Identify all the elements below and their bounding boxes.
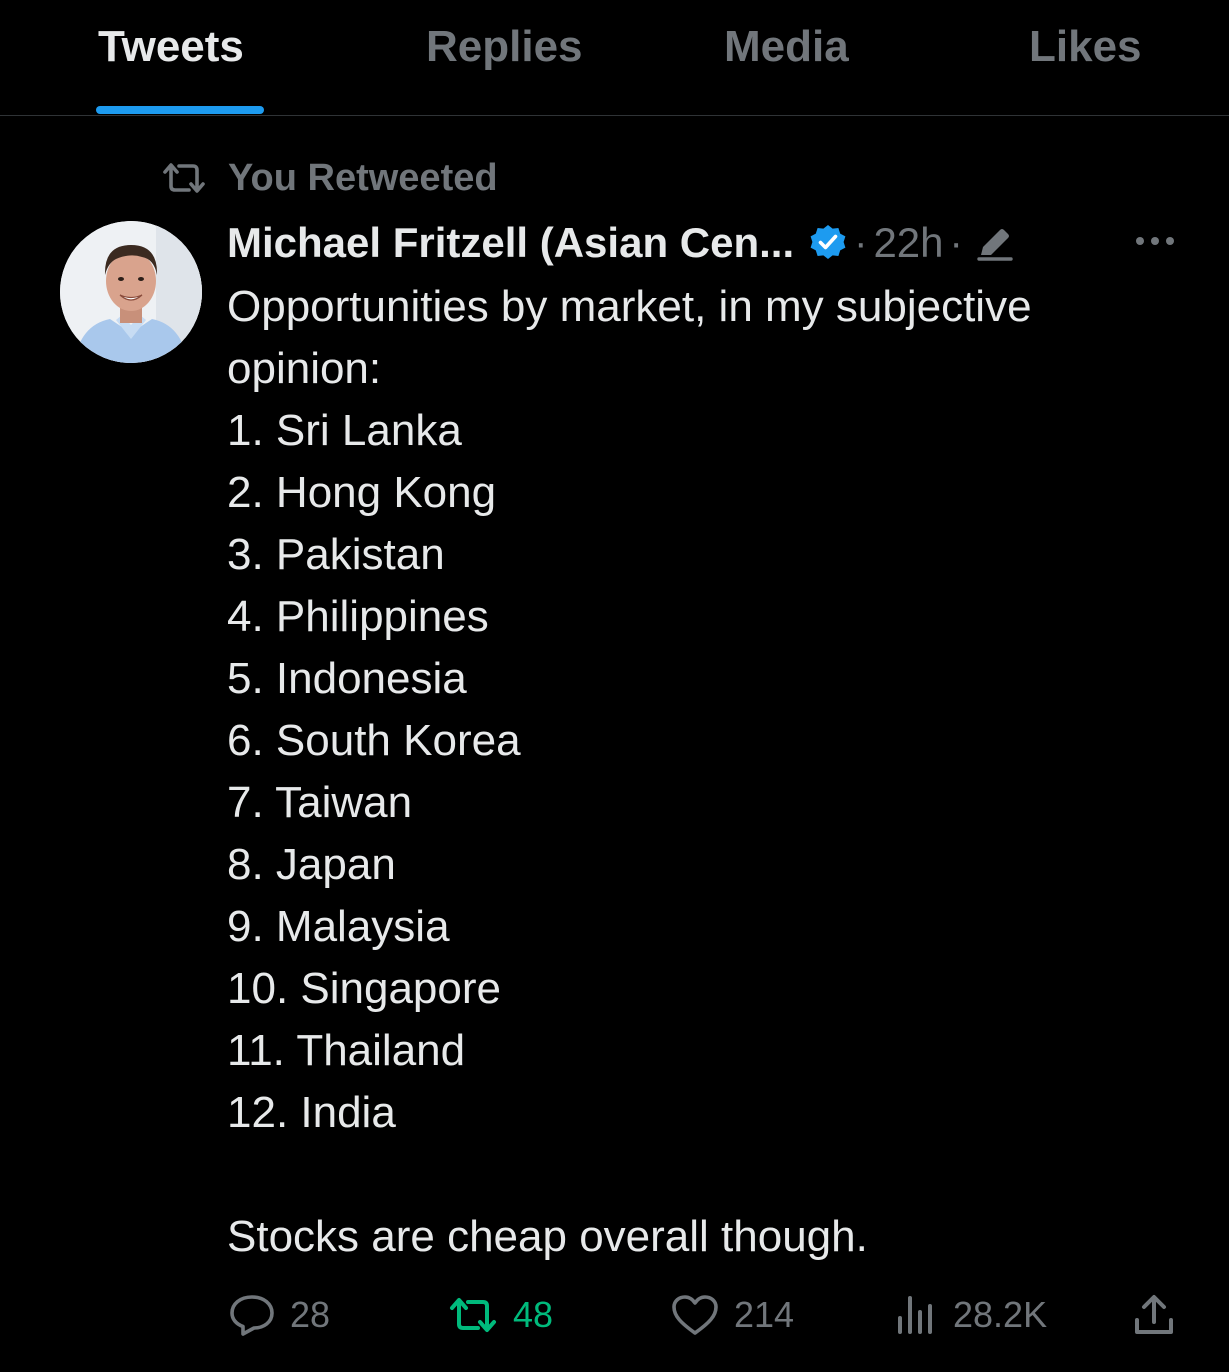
views-count: 28.2K [953,1294,1048,1335]
active-tab-indicator [96,106,264,114]
author-name[interactable]: Michael Fritzell (Asian Cen... [227,219,794,267]
edit-icon[interactable] [973,223,1017,263]
heart-icon [670,1293,734,1337]
reply-button[interactable]: 28 [228,1290,330,1340]
verified-badge-icon[interactable] [808,223,848,263]
tab-likes[interactable]: Likes [1029,22,1142,72]
share-button[interactable] [1131,1290,1191,1340]
share-icon [1131,1292,1191,1338]
like-count: 214 [734,1294,795,1335]
market-list-item: 2. Hong Kong [227,468,497,517]
separator-dot: · [949,220,963,265]
tab-media[interactable]: Media [724,22,849,72]
separator-dot: · [854,220,868,265]
tweet-text: Opportunities by market, in my subjectiv… [227,276,1187,1268]
views-button[interactable]: 28.2K [893,1290,1047,1340]
tweet-timestamp[interactable]: 22h [873,219,943,267]
market-list-item: 8. Japan [227,840,396,889]
retweet-context-label: You Retweeted [228,156,498,199]
retweet-icon [447,1295,513,1335]
market-list-item: 10. Singapore [227,964,501,1013]
tab-replies[interactable]: Replies [426,22,583,72]
profile-tabs: Tweets Replies Media Likes [0,0,1229,116]
like-button[interactable]: 214 [670,1290,794,1340]
avatar[interactable] [60,221,202,363]
market-list-item: 7. Taiwan [227,778,413,827]
retweet-button[interactable]: 48 [447,1290,553,1340]
market-list-item: 5. Indonesia [227,654,467,703]
market-list-item: 11. Thailand [227,1026,466,1075]
reply-count: 28 [290,1294,331,1335]
retweet-icon [160,160,228,196]
market-list-item: 12. India [227,1088,396,1137]
more-icon [1134,235,1176,247]
market-list-item: 9. Malaysia [227,902,450,951]
market-list-item: 6. South Korea [227,716,521,765]
more-options-button[interactable] [1130,226,1180,256]
market-list-item: 4. Philippines [227,592,489,641]
tweet-closing: Stocks are cheap overall though. [227,1212,868,1261]
tweet-action-bar: 28 48 214 28.2K [0,1290,1229,1340]
market-list-item: 1. Sri Lanka [227,406,462,455]
reply-icon [228,1292,290,1338]
tweet-header: Michael Fritzell (Asian Cen... · 22h · [227,216,1017,270]
retweet-context: You Retweeted [160,154,498,202]
tab-tweets[interactable]: Tweets [98,22,244,72]
market-list-item: 3. Pakistan [227,530,445,579]
tweet-intro: Opportunities by market, in my subjectiv… [227,282,1032,393]
retweet-count: 48 [513,1294,554,1335]
views-chart-icon [893,1292,953,1338]
